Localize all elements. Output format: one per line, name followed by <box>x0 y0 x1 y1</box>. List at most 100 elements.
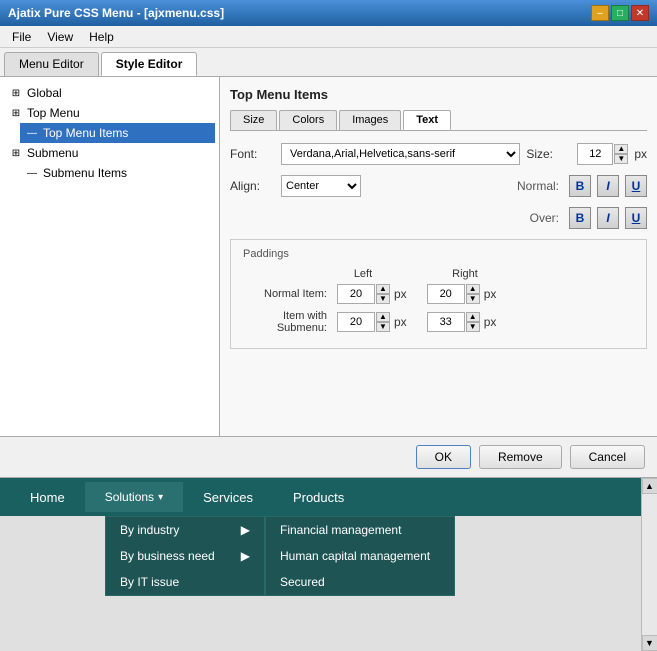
normal-right-px: px <box>484 287 497 301</box>
bottom-bar: OK Remove Cancel <box>0 437 657 478</box>
tree-item-submenu[interactable]: ⊞ Submenu <box>4 143 215 163</box>
menubar: File View Help <box>0 26 657 48</box>
main-area: ⊞ Global ⊞ Top Menu — Top Menu Items ⊞ S… <box>0 77 657 437</box>
menu-item-services[interactable]: Services <box>183 482 273 513</box>
remove-button[interactable]: Remove <box>479 445 562 469</box>
normal-left-input[interactable] <box>337 284 375 304</box>
submenu-left-px: px <box>394 315 407 329</box>
submenu-col-2: Financial management Human capital manag… <box>265 516 455 596</box>
over-label: Over: <box>530 211 559 225</box>
scroll-up-button[interactable]: ▲ <box>642 478 657 494</box>
menu-view[interactable]: View <box>39 28 81 46</box>
tree-item-top-menu-items[interactable]: — Top Menu Items <box>20 123 215 143</box>
submenu-item-row: Item with Submenu: ▲ ▼ px ▲ ▼ px <box>243 310 634 334</box>
titlebar: Ajatix Pure CSS Menu - [ajxmenu.css] – □… <box>0 0 657 26</box>
submenu-left-spinner: ▲ ▼ <box>337 312 390 332</box>
normal-right-up[interactable]: ▲ <box>466 284 480 294</box>
inner-tabs: Size Colors Images Text <box>230 110 647 131</box>
normal-left-px: px <box>394 287 407 301</box>
normal-label: Normal: <box>517 179 559 193</box>
col-right: Right <box>435 268 495 280</box>
tree-icon-submenu-items: — <box>24 165 40 181</box>
submenu-item-financial[interactable]: Financial management <box>266 517 454 543</box>
normal-right-down[interactable]: ▼ <box>466 294 480 304</box>
menu-item-products[interactable]: Products <box>273 482 364 513</box>
content-panel: Top Menu Items Size Colors Images Text F… <box>220 77 657 436</box>
panel-title: Top Menu Items <box>230 87 647 102</box>
submenu-item-by-business[interactable]: By business need ▶ <box>106 543 264 569</box>
scroll-down-button[interactable]: ▼ <box>642 635 657 651</box>
submenu-col-1: By industry ▶ By business need ▶ By IT i… <box>105 516 265 596</box>
submenu-right-up[interactable]: ▲ <box>466 312 480 322</box>
size-input[interactable] <box>577 143 613 165</box>
window-controls: – □ ✕ <box>591 5 649 21</box>
align-label: Align: <box>230 179 275 193</box>
normal-right-input[interactable] <box>427 284 465 304</box>
paddings-header: Left Right <box>333 268 634 280</box>
menu-preview: Home Solutions ▾ Services Products <box>0 478 657 516</box>
submenu-right-down[interactable]: ▼ <box>466 322 480 332</box>
size-label: Size: <box>526 147 571 161</box>
inner-tab-size[interactable]: Size <box>230 110 277 130</box>
submenu-right-arrows: ▲ ▼ <box>466 312 480 332</box>
tree-panel: ⊞ Global ⊞ Top Menu — Top Menu Items ⊞ S… <box>0 77 220 436</box>
tab-style-editor[interactable]: Style Editor <box>101 52 198 76</box>
scrollbar: ▲ ▼ <box>641 478 657 651</box>
font-row: Font: Verdana,Arial,Helvetica,sans-serif… <box>230 143 647 165</box>
menu-help[interactable]: Help <box>81 28 122 46</box>
submenu-right-input[interactable] <box>427 312 465 332</box>
submenu-item-human[interactable]: Human capital management <box>266 543 454 569</box>
over-bold-button[interactable]: B <box>569 207 591 229</box>
tree-icon-top-menu: ⊞ <box>8 105 24 121</box>
menu-item-solutions[interactable]: Solutions ▾ <box>85 482 183 512</box>
size-arrows: ▲ ▼ <box>614 144 628 164</box>
normal-right-arrows: ▲ ▼ <box>466 284 480 304</box>
tree-icon-top-menu-items: — <box>24 125 40 141</box>
submenu-left-input[interactable] <box>337 312 375 332</box>
tree-item-global[interactable]: ⊞ Global <box>4 83 215 103</box>
normal-left-up[interactable]: ▲ <box>376 284 390 294</box>
normal-underline-button[interactable]: U <box>625 175 647 197</box>
dropdown-preview: By industry ▶ By business need ▶ By IT i… <box>105 516 657 596</box>
menu-file[interactable]: File <box>4 28 39 46</box>
paddings-title: Paddings <box>243 248 634 260</box>
submenu-left-down[interactable]: ▼ <box>376 322 390 332</box>
over-underline-button[interactable]: U <box>625 207 647 229</box>
submenu-item-by-industry[interactable]: By industry ▶ <box>106 517 264 543</box>
close-button[interactable]: ✕ <box>631 5 649 21</box>
normal-bold-button[interactable]: B <box>569 175 591 197</box>
normal-italic-button[interactable]: I <box>597 175 619 197</box>
window-title: Ajatix Pure CSS Menu - [ajxmenu.css] <box>8 6 224 20</box>
tree-icon-submenu: ⊞ <box>8 145 24 161</box>
size-up-arrow[interactable]: ▲ <box>614 144 628 154</box>
top-tabs: Menu Editor Style Editor <box>0 48 657 77</box>
font-label: Font: <box>230 147 275 161</box>
normal-right-spinner: ▲ ▼ <box>427 284 480 304</box>
align-row: Align: Left Center Right Normal: B I U <box>230 175 647 197</box>
inner-tab-colors[interactable]: Colors <box>279 110 337 130</box>
menu-item-home[interactable]: Home <box>10 482 85 513</box>
font-select[interactable]: Verdana,Arial,Helvetica,sans-serif <box>281 143 520 165</box>
size-down-arrow[interactable]: ▼ <box>614 154 628 164</box>
normal-left-down[interactable]: ▼ <box>376 294 390 304</box>
submenu-right-spinner: ▲ ▼ <box>427 312 480 332</box>
normal-left-arrows: ▲ ▼ <box>376 284 390 304</box>
align-select[interactable]: Left Center Right <box>281 175 361 197</box>
tree-icon-global: ⊞ <box>8 85 24 101</box>
over-italic-button[interactable]: I <box>597 207 619 229</box>
normal-item-label: Normal Item: <box>243 288 333 300</box>
minimize-button[interactable]: – <box>591 5 609 21</box>
tree-item-top-menu[interactable]: ⊞ Top Menu <box>4 103 215 123</box>
cancel-button[interactable]: Cancel <box>570 445 645 469</box>
inner-tab-text[interactable]: Text <box>403 110 451 130</box>
ok-button[interactable]: OK <box>416 445 471 469</box>
submenu-item-label: Item with Submenu: <box>243 310 333 334</box>
normal-left-spinner: ▲ ▼ <box>337 284 390 304</box>
inner-tab-images[interactable]: Images <box>339 110 401 130</box>
maximize-button[interactable]: □ <box>611 5 629 21</box>
submenu-item-by-it[interactable]: By IT issue <box>106 569 264 595</box>
tab-menu-editor[interactable]: Menu Editor <box>4 52 99 76</box>
tree-item-submenu-items[interactable]: — Submenu Items <box>20 163 215 183</box>
submenu-left-up[interactable]: ▲ <box>376 312 390 322</box>
submenu-item-secured[interactable]: Secured <box>266 569 454 595</box>
